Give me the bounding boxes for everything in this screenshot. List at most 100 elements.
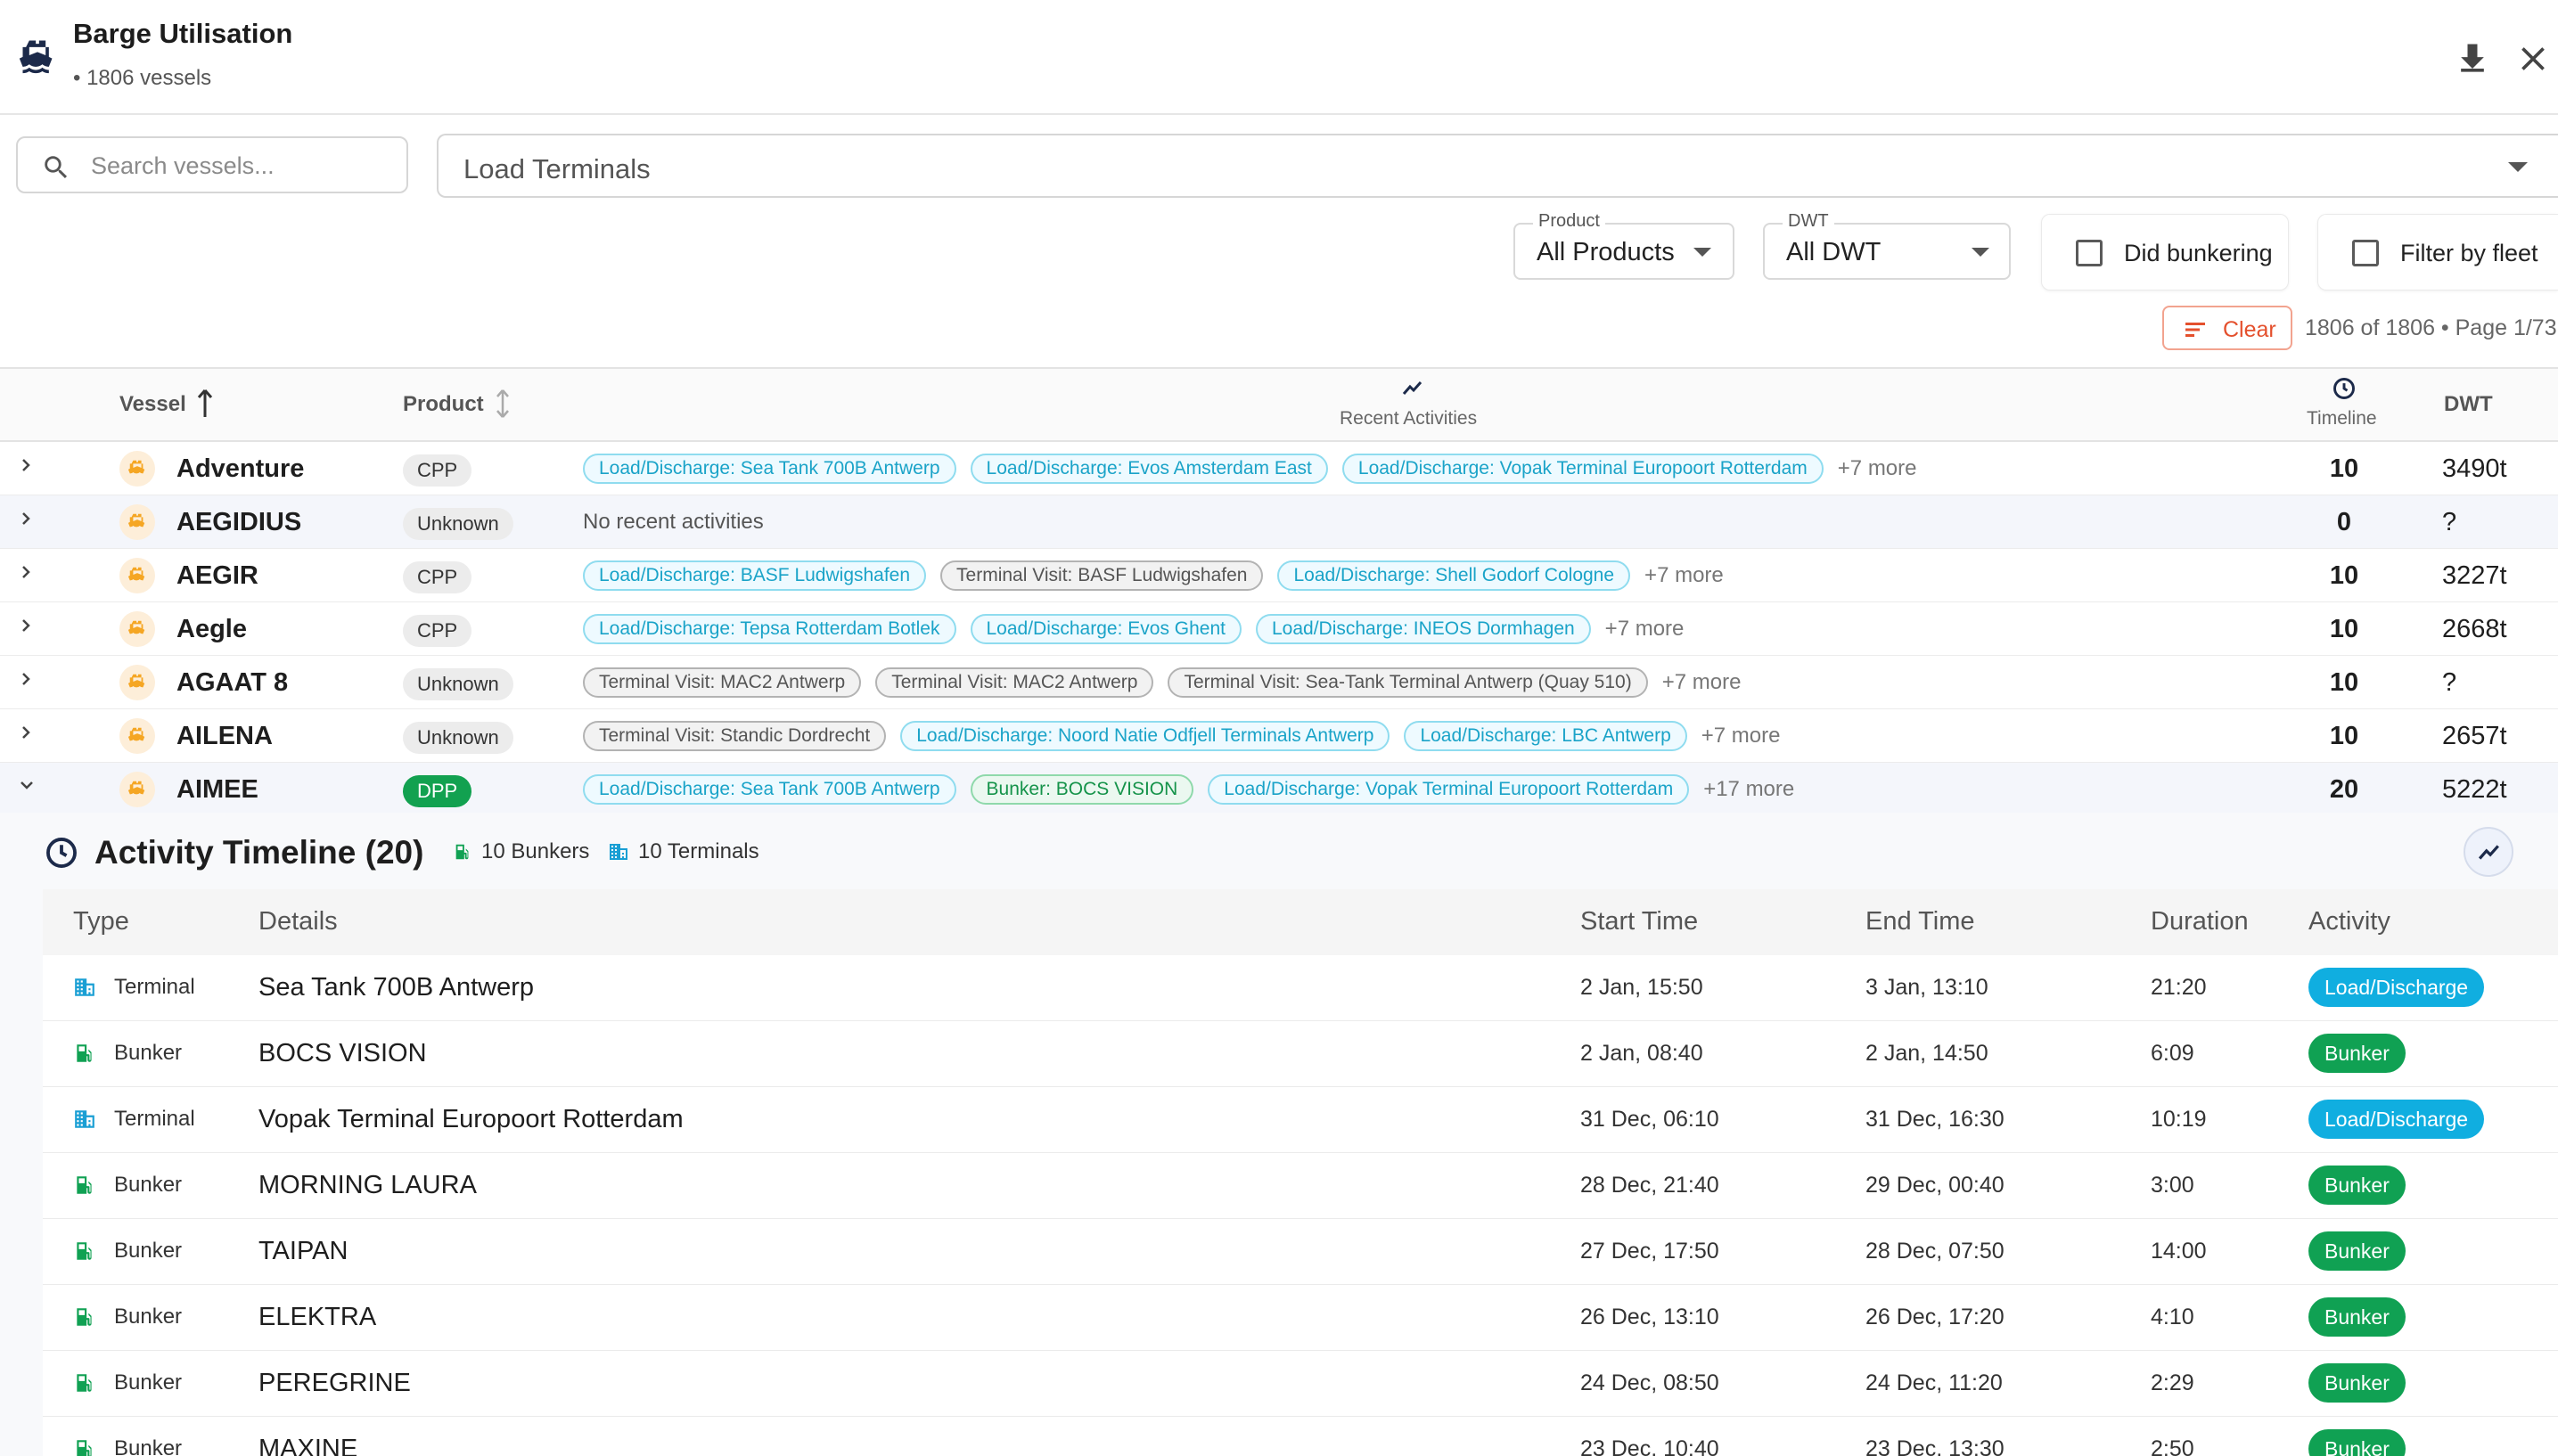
- product-dropdown-label: Product: [1533, 211, 1605, 232]
- activity-tag[interactable]: Load/Discharge: Evos Amsterdam East: [970, 454, 1328, 484]
- activity-tag[interactable]: Bunker: BOCS VISION: [970, 774, 1194, 805]
- recent-activities: No recent activities: [583, 506, 764, 538]
- more-activities-link[interactable]: +17 more: [1703, 777, 1794, 802]
- column-header-dwt: DWT: [2444, 392, 2493, 416]
- activity-row[interactable]: Bunker MORNING LAURA 28 Dec, 21:40 29 Dec, …: [43, 1153, 2558, 1219]
- search-box[interactable]: [16, 136, 408, 193]
- activity-tag[interactable]: Load/Discharge: BASF Ludwigshafen: [583, 560, 927, 591]
- checkbox-box[interactable]: [2352, 240, 2379, 266]
- activity-end-time: 31 Dec, 16:30: [1865, 1107, 2005, 1132]
- activity-type-label: Bunker: [114, 1041, 183, 1065]
- more-activities-link[interactable]: +7 more: [1644, 563, 1724, 588]
- load-terminals-select[interactable]: Load Terminals: [437, 134, 2558, 198]
- activity-row[interactable]: Bunker PEREGRINE 24 Dec, 08:50 24 Dec, 11:2…: [43, 1351, 2558, 1417]
- checkbox-box[interactable]: [2076, 240, 2103, 266]
- did-bunkering-checkbox[interactable]: Did bunkering: [2041, 214, 2289, 290]
- vessel-name[interactable]: AEGIDIUS: [176, 508, 301, 537]
- product-badge: CPP: [403, 561, 472, 593]
- activity-duration: 3:00: [2151, 1173, 2194, 1198]
- fuel-pump-icon: [77, 1176, 92, 1194]
- timeline-count: 0: [2336, 508, 2352, 536]
- vessel-name[interactable]: AEGIR: [176, 561, 258, 591]
- recent-activities: Terminal Visit: MAC2 Antwerp Terminal Vis…: [583, 667, 1741, 699]
- dwt-value: 3490t: [2442, 454, 2507, 483]
- activity-tag[interactable]: Load/Discharge: Noord Natie Odfjell Term…: [900, 721, 1390, 751]
- table-row[interactable]: AEGIDIUS Unknown No recent activities 0?: [0, 495, 2558, 549]
- trending-icon: [2478, 845, 2499, 860]
- activity-tag[interactable]: Load/Discharge: LBC Antwerp: [1404, 721, 1687, 751]
- activity-tag[interactable]: Terminal Visit: Standic Dordrecht: [583, 721, 887, 751]
- table-row[interactable]: AGAAT 8 Unknown Terminal Visit: MAC2 Antwe…: [0, 656, 2558, 709]
- sort-both-icon[interactable]: [494, 389, 512, 419]
- vessel-name[interactable]: AIMEE: [176, 775, 258, 805]
- sort-arrow-up-icon[interactable]: [196, 389, 214, 419]
- ship-icon: [127, 727, 145, 741]
- activity-row[interactable]: Bunker ELEKTRA 26 Dec, 13:10 26 Dec, 17:20 4…: [43, 1285, 2558, 1351]
- chevron-right-icon[interactable]: [20, 511, 34, 526]
- chevron-down-icon[interactable]: [20, 779, 34, 793]
- activity-row[interactable]: Bunker MAXINE 23 Dec, 10:40 23 Dec, 13:30 2:…: [43, 1417, 2558, 1456]
- search-input[interactable]: [91, 149, 394, 183]
- dwt-dropdown[interactable]: DWT All DWT: [1763, 211, 2011, 280]
- activity-row[interactable]: Terminal Sea Tank 700B Antwerp 2 Jan, 15:5…: [43, 955, 2558, 1021]
- table-row[interactable]: Adventure CPP Load/Discharge: Sea Tank 700…: [0, 442, 2558, 495]
- filter-by-fleet-label: Filter by fleet: [2400, 240, 2538, 266]
- close-icon[interactable]: [2513, 39, 2553, 78]
- activity-row[interactable]: Terminal Vopak Terminal Europoort Rotterd…: [43, 1087, 2558, 1153]
- table-row[interactable]: Aegle CPP Load/Discharge: Tepsa Rotterdam …: [0, 602, 2558, 656]
- activity-tag[interactable]: Load/Discharge: Tepsa Rotterdam Botlek: [583, 614, 956, 644]
- activity-duration: 14:00: [2151, 1239, 2207, 1264]
- activity-tag[interactable]: Terminal Visit: MAC2 Antwerp: [583, 667, 862, 698]
- fuel-pump-icon: [77, 1242, 92, 1260]
- vessel-name[interactable]: Aegle: [176, 615, 247, 644]
- activity-tag[interactable]: Terminal Visit: BASF Ludwigshafen: [940, 560, 1264, 591]
- chevron-right-icon[interactable]: [20, 618, 34, 633]
- fuel-pump-icon: [455, 844, 469, 860]
- product-badge: Unknown: [403, 508, 513, 540]
- activity-duration: 2:29: [2151, 1370, 2194, 1395]
- activity-badge: Load/Discharge: [2308, 968, 2485, 1007]
- download-icon[interactable]: [2453, 39, 2492, 78]
- filter-by-fleet-checkbox[interactable]: Filter by fleet: [2317, 214, 2558, 290]
- vessel-name[interactable]: AGAAT 8: [176, 668, 288, 698]
- activity-tag[interactable]: Load/Discharge: Vopak Terminal Europoort…: [1341, 454, 1824, 484]
- column-header-details: Details: [258, 907, 338, 936]
- more-activities-link[interactable]: +7 more: [1701, 724, 1781, 748]
- activity-row[interactable]: Bunker TAIPAN 27 Dec, 17:50 28 Dec, 07:50 14…: [43, 1219, 2558, 1285]
- chevron-right-icon[interactable]: [20, 725, 34, 740]
- activity-tag[interactable]: Load/Discharge: INEOS Dormhagen: [1256, 614, 1591, 644]
- activity-tag[interactable]: Terminal Visit: MAC2 Antwerp: [875, 667, 1154, 698]
- activity-tag[interactable]: Load/Discharge: Sea Tank 700B Antwerp: [583, 454, 956, 484]
- chevron-right-icon[interactable]: [20, 565, 34, 579]
- activity-tag[interactable]: Load/Discharge: Vopak Terminal Europoort…: [1208, 774, 1690, 805]
- more-activities-link[interactable]: +7 more: [1662, 670, 1742, 695]
- table-row[interactable]: AEGIR CPP Load/Discharge: BASF Ludwigshafe…: [0, 549, 2558, 602]
- vessel-name[interactable]: Adventure: [176, 454, 304, 484]
- vessel-name[interactable]: AILENA: [176, 722, 273, 751]
- column-header-product[interactable]: Product: [403, 392, 484, 417]
- chevron-right-icon[interactable]: [20, 672, 34, 686]
- table-row[interactable]: AILENA Unknown Terminal Visit: Standic Dor…: [0, 709, 2558, 763]
- vessel-avatar: [119, 718, 155, 754]
- activity-row[interactable]: Bunker BOCS VISION 2 Jan, 08:40 2 Jan, 14:5…: [43, 1021, 2558, 1087]
- activity-tag[interactable]: Load/Discharge: Sea Tank 700B Antwerp: [583, 774, 956, 805]
- column-header-recent-activities: Recent Activities: [1340, 408, 1478, 429]
- activity-tag[interactable]: Load/Discharge: Evos Ghent: [970, 614, 1242, 644]
- more-activities-link[interactable]: +7 more: [1605, 617, 1685, 642]
- trend-chart-button[interactable]: [2464, 827, 2513, 877]
- fuel-pump-icon: [77, 1374, 92, 1392]
- product-badge: Unknown: [403, 668, 513, 700]
- dwt-value: 2668t: [2442, 615, 2507, 643]
- more-activities-link[interactable]: +7 more: [1838, 456, 1917, 481]
- column-header-activity: Activity: [2308, 907, 2390, 936]
- activity-type-label: Bunker: [114, 1173, 183, 1197]
- activity-tag[interactable]: Load/Discharge: Shell Godorf Cologne: [1277, 560, 1631, 591]
- activity-tag[interactable]: Terminal Visit: Sea-Tank Terminal Antwer…: [1168, 667, 1648, 698]
- clear-button[interactable]: Clear: [2162, 306, 2292, 350]
- chevron-right-icon[interactable]: [20, 458, 34, 472]
- product-dropdown[interactable]: Product All Products: [1513, 211, 1734, 280]
- activity-end-time: 23 Dec, 13:30: [1865, 1436, 2005, 1456]
- column-header-vessel[interactable]: Vessel: [119, 392, 186, 417]
- table-row[interactable]: AIMEE DPP Load/Discharge: Sea Tank 700B An…: [0, 763, 2558, 816]
- terminal-count: 10 Terminals: [608, 839, 759, 864]
